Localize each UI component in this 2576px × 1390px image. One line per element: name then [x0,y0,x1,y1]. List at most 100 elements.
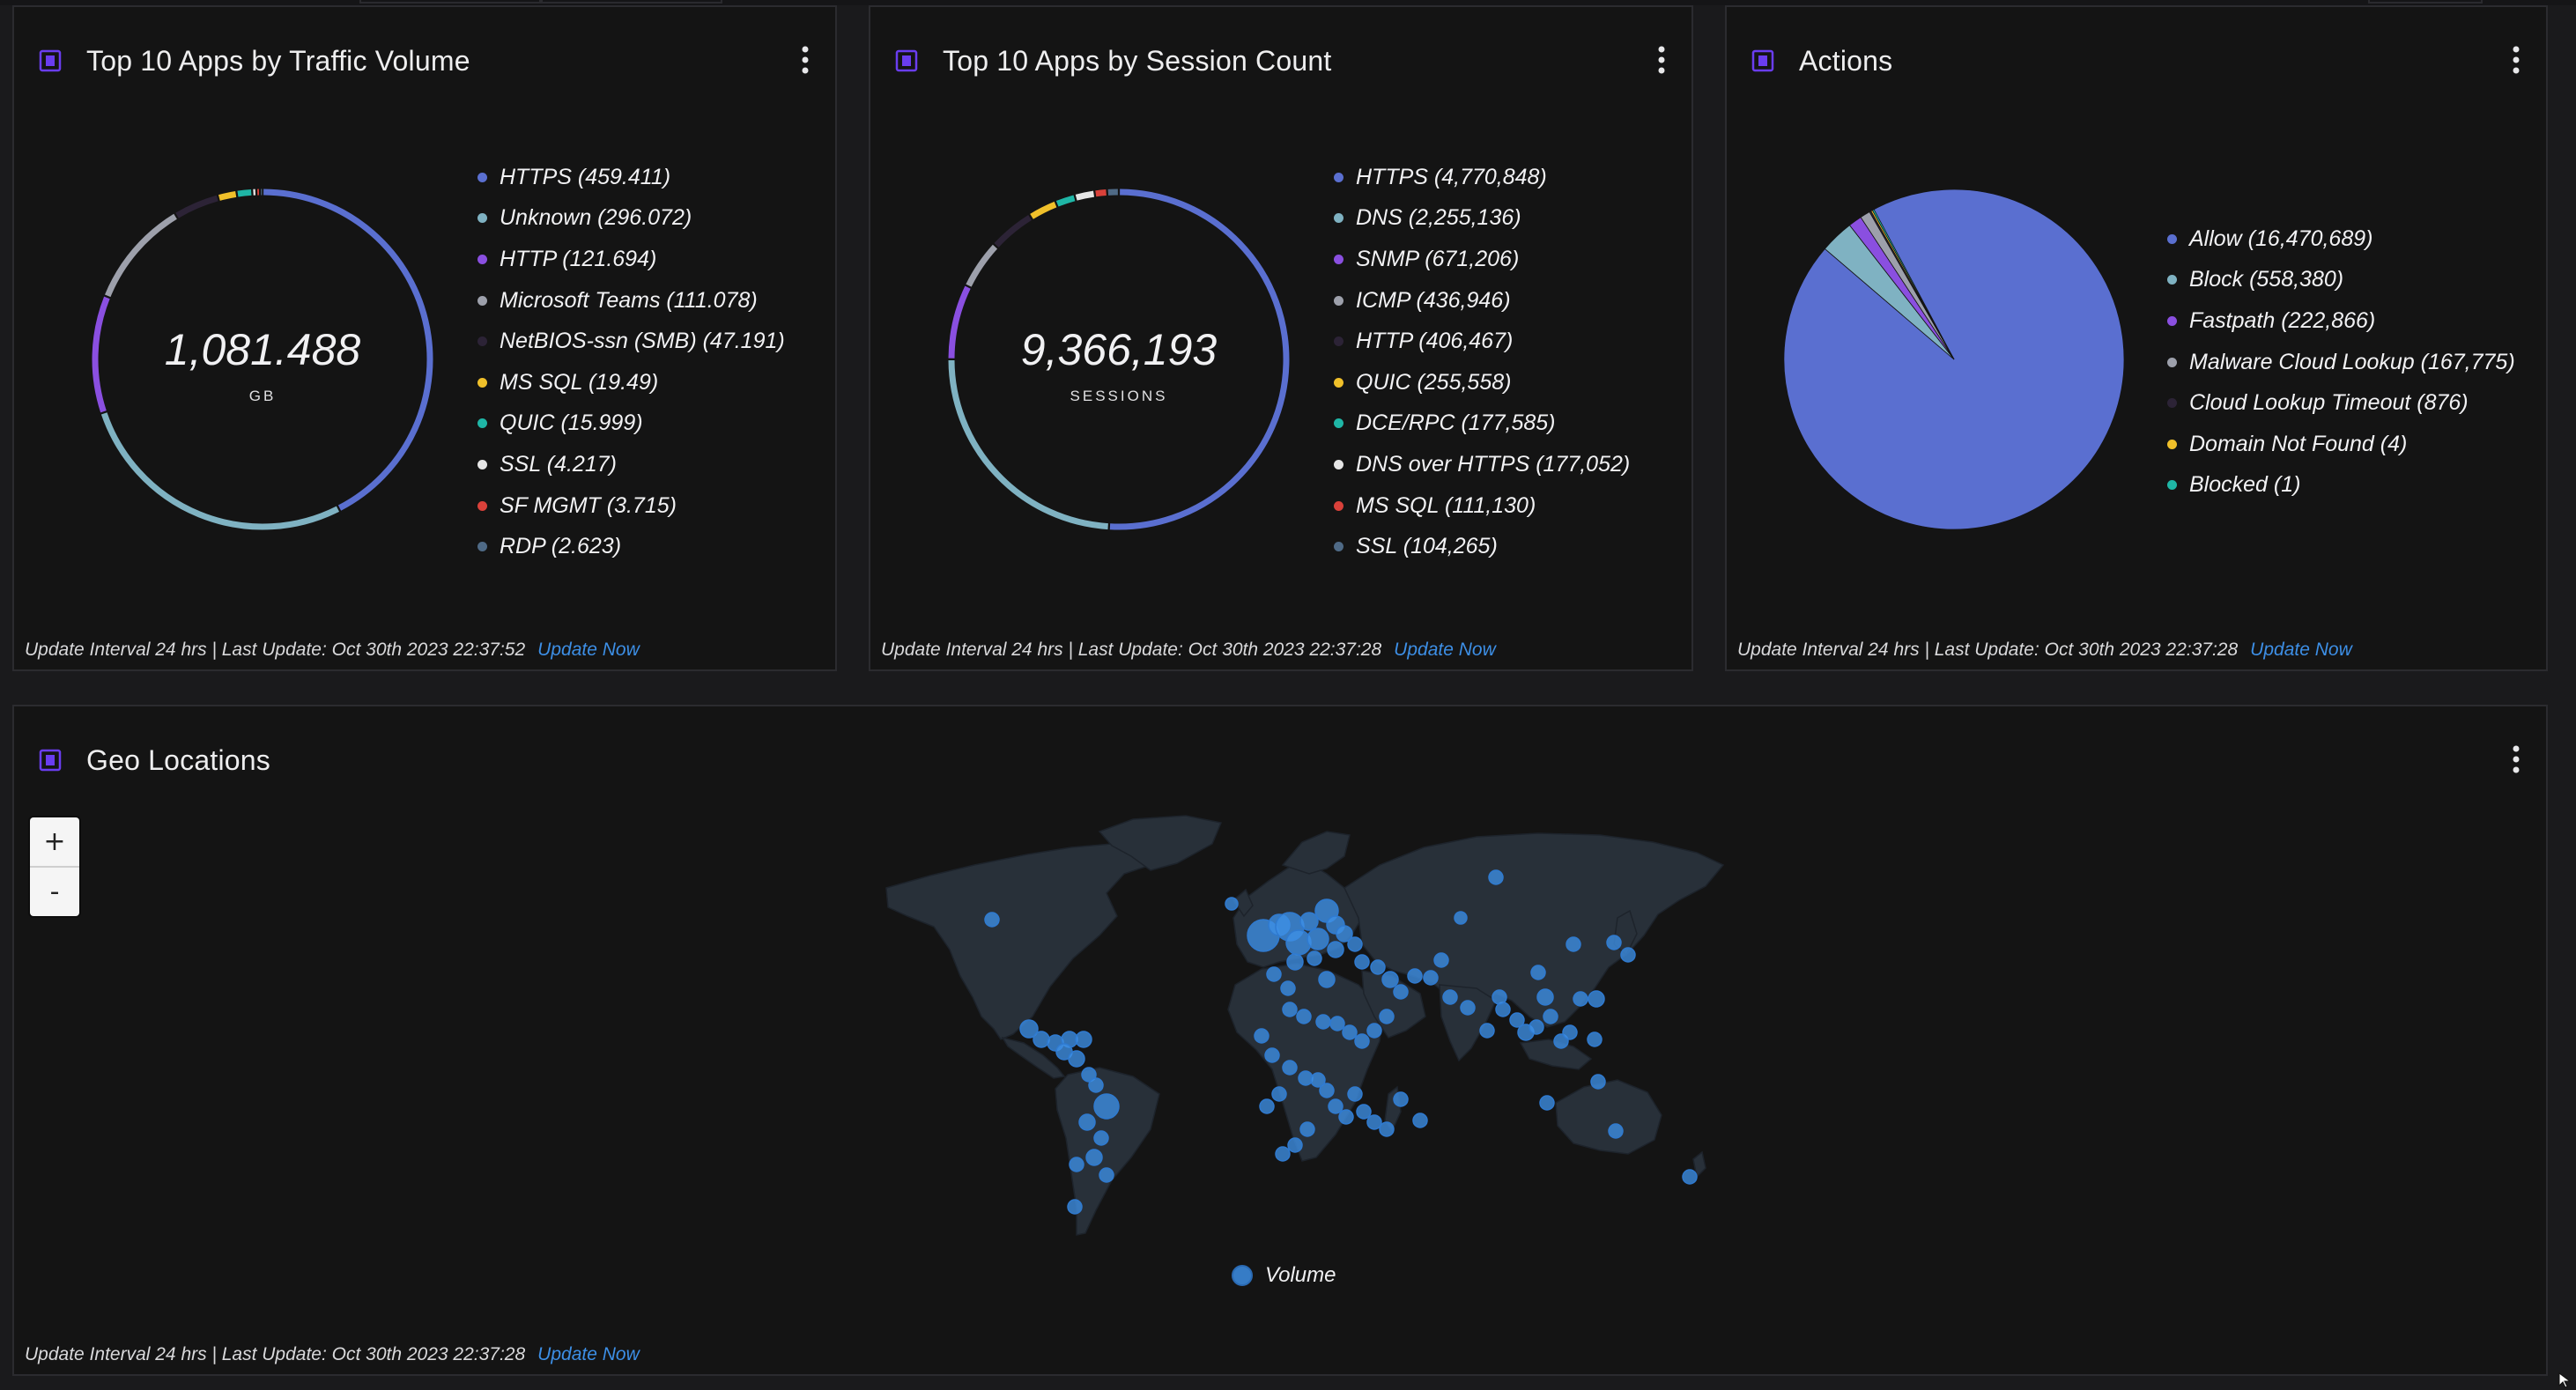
volume-bubble[interactable] [1370,959,1386,975]
volume-bubble[interactable] [1536,988,1554,1006]
donut-segment[interactable] [105,213,177,298]
donut-segment[interactable] [1075,190,1095,201]
volume-bubble[interactable] [1225,897,1239,911]
volume-bubble[interactable] [1539,1095,1555,1111]
legend-item[interactable]: Microsoft Teams (111.078) [477,280,785,322]
volume-bubble[interactable] [1460,1000,1476,1016]
volume-bubble[interactable] [1543,1009,1558,1024]
donut-segment[interactable] [994,215,1032,248]
volume-bubble[interactable] [1379,1121,1395,1137]
world-map[interactable] [869,812,1732,1253]
legend-item[interactable]: SSL (104,265) [1334,526,1630,567]
volume-bubble[interactable] [1433,952,1449,968]
volume-bubble[interactable] [1566,936,1581,952]
volume-bubble[interactable] [1075,1031,1092,1048]
volume-bubble[interactable] [1085,1149,1103,1166]
volume-bubble[interactable] [1338,1109,1354,1125]
volume-bubble[interactable] [1354,1033,1370,1049]
volume-bubble[interactable] [1412,1113,1428,1128]
volume-bubble[interactable] [1299,1121,1315,1137]
volume-bubble[interactable] [1590,1074,1606,1090]
legend-item[interactable]: Block (558,380) [2167,260,2515,301]
more-options-icon[interactable] [2507,742,2525,777]
legend-item[interactable]: Allow (16,470,689) [2167,218,2515,260]
volume-bubble[interactable] [1366,1023,1382,1039]
legend-item[interactable]: QUIC (255,558) [1334,362,1630,403]
legend-item[interactable]: HTTPS (459.411) [477,157,785,198]
update-now-link[interactable]: Update Now [537,1344,640,1364]
volume-bubble[interactable] [1379,1009,1395,1024]
legend-item[interactable]: Cloud Lookup Timeout (876) [2167,382,2515,424]
donut-segment[interactable] [237,189,252,197]
volume-bubble[interactable] [1488,869,1504,885]
donut-segment[interactable] [218,190,237,201]
legend-item[interactable]: DCE/RPC (177,585) [1334,403,1630,445]
legend-item[interactable]: DNS over HTTPS (177,052) [1334,444,1630,485]
volume-bubble[interactable] [1342,1024,1358,1040]
volume-bubble[interactable] [1608,1123,1624,1139]
legend-item[interactable]: Unknown (296.072) [477,198,785,240]
volume-bubble[interactable] [1588,990,1605,1008]
volume-bubble[interactable] [1285,929,1312,956]
donut-segment[interactable] [948,359,1108,530]
donut-segment[interactable] [1095,189,1107,197]
legend-item[interactable]: QUIC (15.999) [477,403,785,445]
legend-item[interactable]: SNMP (671,206) [1334,239,1630,280]
legend-item[interactable]: MS SQL (111,130) [1334,485,1630,527]
volume-bubble[interactable] [1329,1016,1345,1031]
volume-bubble[interactable] [1266,966,1282,982]
legend-item[interactable]: HTTP (121.694) [477,239,785,280]
donut-segment[interactable] [100,412,340,530]
legend-item[interactable]: Blocked (1) [2167,465,2515,506]
update-now-link[interactable]: Update Now [1394,640,1496,660]
legend-item[interactable]: SF MGMT (3.715) [477,485,785,527]
volume-bubble[interactable] [1319,1083,1335,1098]
legend-item[interactable]: DNS (2,255,136) [1334,198,1630,240]
volume-bubble[interactable] [1282,1002,1298,1017]
volume-bubble[interactable] [1479,1023,1495,1039]
volume-bubble[interactable] [1088,1077,1104,1093]
more-options-icon[interactable] [2507,42,2525,78]
donut-segment[interactable] [1055,195,1076,207]
volume-bubble[interactable] [1254,1028,1269,1044]
volume-bubble[interactable] [1068,1050,1085,1068]
volume-bubble[interactable] [1327,941,1344,958]
legend-item[interactable]: Malware Cloud Lookup (167,775) [2167,342,2515,383]
legend-item[interactable]: HTTP (406,467) [1334,321,1630,362]
volume-bubble[interactable] [1393,1091,1409,1107]
volume-bubble[interactable] [1315,1014,1331,1030]
volume-bubble[interactable] [1307,950,1322,966]
volume-bubble[interactable] [1454,911,1468,925]
volume-bubble[interactable] [1307,928,1329,950]
zoom-in-button[interactable]: + [30,817,79,866]
volume-bubble[interactable] [1529,1019,1544,1035]
volume-bubble[interactable] [1069,1157,1084,1172]
volume-bubble[interactable] [1381,971,1399,988]
volume-bubble[interactable] [1286,953,1304,971]
donut-segment[interactable] [966,244,998,287]
volume-bubble[interactable] [1299,912,1319,931]
donut-segment[interactable] [175,195,218,218]
legend-item[interactable]: ICMP (436,946) [1334,280,1630,322]
volume-bubble[interactable] [1587,1031,1603,1047]
more-options-icon[interactable] [1653,42,1670,78]
volume-bubble[interactable] [1347,936,1363,952]
volume-bubble[interactable] [1573,991,1588,1007]
volume-bubble[interactable] [1356,1104,1372,1120]
volume-bubble[interactable] [1296,1009,1312,1024]
volume-bubble[interactable] [1682,1169,1698,1185]
legend-item[interactable]: Fastpath (222,866) [2167,300,2515,342]
volume-bubble[interactable] [1423,970,1439,986]
update-now-link[interactable]: Update Now [537,640,640,660]
volume-bubble[interactable] [1067,1199,1083,1215]
volume-bubble[interactable] [1271,1086,1287,1102]
volume-bubble[interactable] [1530,965,1546,980]
legend-item[interactable]: MS SQL (19.49) [477,362,785,403]
volume-bubble[interactable] [1093,1130,1109,1146]
volume-bubble[interactable] [1442,989,1458,1005]
volume-bubble[interactable] [1033,1031,1050,1048]
volume-bubble[interactable] [1318,971,1336,988]
volume-bubble[interactable] [1093,1093,1120,1120]
volume-bubble[interactable] [1275,1146,1291,1162]
zoom-out-button[interactable]: - [30,866,79,916]
